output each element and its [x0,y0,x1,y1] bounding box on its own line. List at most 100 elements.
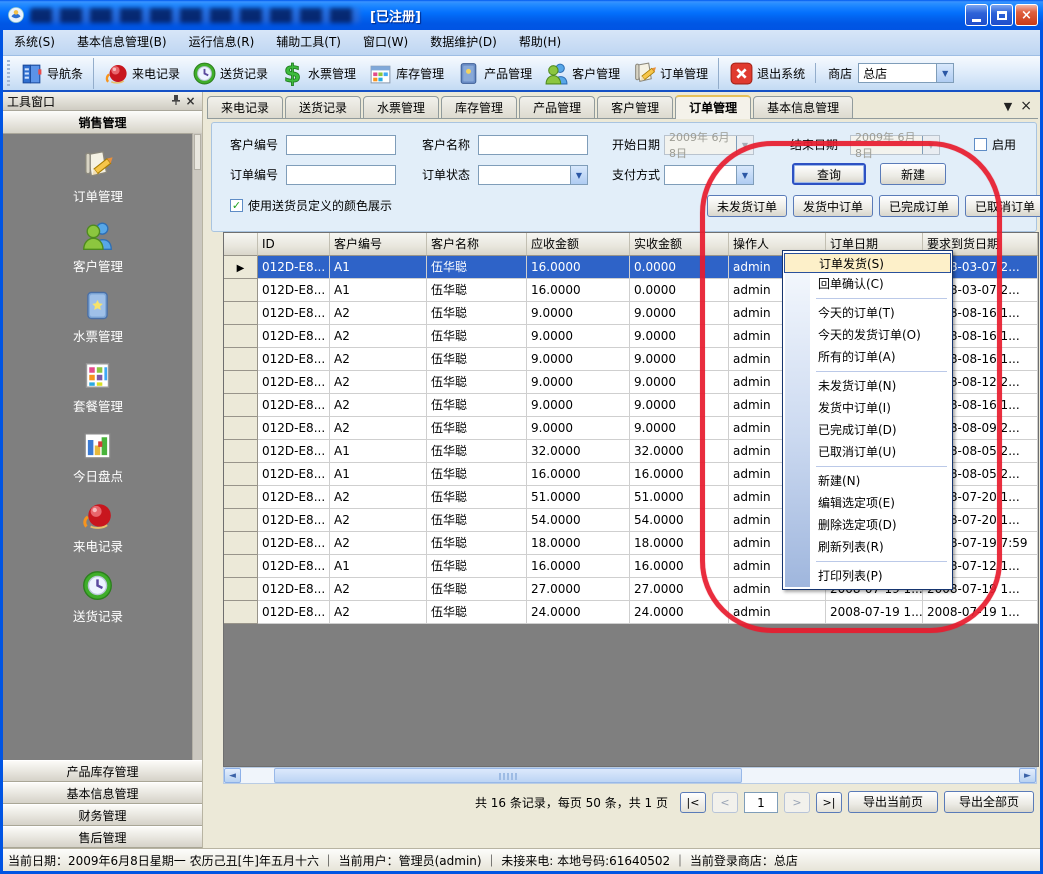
sidebar-item[interactable]: 送货记录 [73,569,123,625]
menu-item[interactable]: 运行信息(R) [178,30,266,55]
column-header[interactable]: 客户编号 [330,233,427,256]
prev-page-button[interactable]: < [712,792,738,813]
sidebar-group-bar[interactable]: 产品库存管理 [3,760,202,782]
row-selector-cell[interactable]: ▶ [224,417,258,440]
row-selector-cell[interactable]: ▶ [224,578,258,601]
checkbox-checked-icon[interactable]: ✓ [230,199,243,212]
toolbar-button[interactable]: $ 水票管理 [274,58,362,89]
quick-filter-button[interactable]: 发货中订单 [793,195,873,217]
toolbar-button[interactable]: 库存管理 [362,58,450,89]
sidebar-group-bar[interactable]: 基本信息管理 [3,782,202,804]
chevron-down-icon[interactable]: ▼ [570,166,587,184]
sidebar-group-bar[interactable]: 财务管理 [3,804,202,826]
tab[interactable]: 来电记录 [207,96,283,118]
close-button[interactable]: × [1015,4,1038,26]
row-selector-cell[interactable]: ▶ [224,279,258,302]
end-date-picker[interactable]: 2009年 6月 8日▼ [850,135,940,155]
row-selector-cell[interactable]: ▶ [224,256,258,279]
context-menu-item[interactable]: 已完成订单(D) [784,419,951,441]
row-selector-cell[interactable]: ▶ [224,532,258,555]
row-selector-cell[interactable]: ▶ [224,555,258,578]
row-selector-cell[interactable]: ▶ [224,486,258,509]
toolbar-button[interactable]: 订单管理 [626,58,714,89]
maximize-button[interactable] [990,4,1013,26]
row-selector-cell[interactable]: ▶ [224,325,258,348]
context-menu-item[interactable]: 删除选定项(D) [784,514,951,536]
context-menu-item[interactable]: 发货中订单(I) [784,397,951,419]
query-button[interactable]: 查询 [792,163,866,185]
column-header[interactable]: ID [258,233,330,256]
toolbar-button[interactable]: 送货记录 [186,58,274,89]
sidebar-group-bar[interactable]: 售后管理 [3,826,202,848]
color-display-checkbox[interactable]: ✓ 使用送货员定义的颜色展示 [230,197,392,214]
checkbox-icon[interactable] [974,138,987,151]
tab[interactable]: 客户管理 [597,96,673,118]
last-page-button[interactable]: >| [816,792,842,813]
sidebar-item[interactable]: 来电记录 [73,499,123,555]
toolbar-button[interactable]: 产品管理 [450,58,538,89]
order-code-input[interactable] [286,165,396,185]
toolbar-button[interactable]: 客户管理 [538,58,626,89]
pin-icon[interactable] [168,94,183,109]
menu-item[interactable]: 基本信息管理(B) [66,30,178,55]
context-menu-item[interactable] [784,295,951,302]
context-menu-item[interactable]: 未发货订单(N) [784,375,951,397]
customer-name-input[interactable] [478,135,588,155]
column-header[interactable]: 客户名称 [427,233,527,256]
context-menu-item[interactable]: 今天的发货订单(O) [784,324,951,346]
toolbar-button[interactable]: 退出系统 [718,58,811,89]
menu-item[interactable]: 数据维护(D) [419,30,508,55]
order-status-select[interactable]: ▼ [478,165,588,185]
new-button[interactable]: 新建 [880,163,946,185]
page-number-input[interactable]: 1 [744,792,778,813]
tab[interactable]: 基本信息管理 [753,96,853,118]
row-selector-cell[interactable]: ▶ [224,348,258,371]
context-menu-item[interactable]: 今天的订单(T) [784,302,951,324]
menu-item[interactable]: 系统(S) [3,30,66,55]
chevron-down-icon[interactable]: ▼ [936,64,953,82]
scroll-left-icon[interactable]: ◄ [224,768,241,783]
sidebar-item[interactable]: 客户管理 [73,219,123,275]
tab[interactable]: 送货记录 [285,96,361,118]
enable-checkbox[interactable]: 启用 [974,136,1016,153]
sidebar-item[interactable]: 今日盘点 [73,429,123,485]
context-menu-item[interactable] [784,463,951,470]
sidebar-item[interactable]: 订单管理 [73,149,123,205]
horizontal-scrollbar[interactable]: ◄ ► [223,767,1037,784]
menu-item[interactable]: 窗口(W) [352,30,419,55]
export-all-pages-button[interactable]: 导出全部页 [944,791,1034,813]
context-menu-item[interactable]: 所有的订单(A) [784,346,951,368]
tab-scroll-down-icon[interactable]: ▼ [1004,100,1012,113]
context-menu-item[interactable]: 打印列表(P) [784,565,951,587]
first-page-button[interactable]: |< [680,792,706,813]
quick-filter-button[interactable]: 未发货订单 [707,195,787,217]
row-selector-cell[interactable]: ▶ [224,394,258,417]
table-row[interactable]: ▶ 012D-E8... A2 伍华聪 24.0000 24.0000 admi… [224,601,1038,624]
start-date-picker[interactable]: 2009年 6月 8日▼ [664,135,754,155]
row-selector-cell[interactable]: ▶ [224,440,258,463]
quick-filter-button[interactable]: 已完成订单 [879,195,959,217]
context-menu-item[interactable] [784,558,951,565]
store-select[interactable]: 总店 ▼ [858,63,954,83]
row-selector-cell[interactable]: ▶ [224,302,258,325]
chevron-down-icon[interactable]: ▼ [736,166,753,184]
column-header[interactable]: 实收金额 [630,233,729,256]
tab-close-icon[interactable]: × [1020,98,1032,114]
row-selector-cell[interactable]: ▶ [224,463,258,486]
customer-code-input[interactable] [286,135,396,155]
menu-item[interactable]: 帮助(H) [508,30,572,55]
tab[interactable]: 库存管理 [441,96,517,118]
pay-method-select[interactable]: ▼ [664,165,754,185]
scroll-right-icon[interactable]: ► [1019,768,1036,783]
row-selector-cell[interactable]: ▶ [224,601,258,624]
context-menu-item[interactable] [784,368,951,375]
context-menu-item[interactable]: 新建(N) [784,470,951,492]
column-header[interactable]: 应收金额 [527,233,630,256]
toolbar-button[interactable]: 导航条 [13,58,89,89]
tab[interactable]: 订单管理 [675,95,751,119]
quick-filter-button[interactable]: 已取消订单 [965,195,1043,217]
sidebar-scrollbar[interactable] [192,133,202,760]
toolbar-button[interactable]: 来电记录 [93,58,186,89]
next-page-button[interactable]: > [784,792,810,813]
sidebar-group-sales[interactable]: 销售管理 [3,111,202,134]
